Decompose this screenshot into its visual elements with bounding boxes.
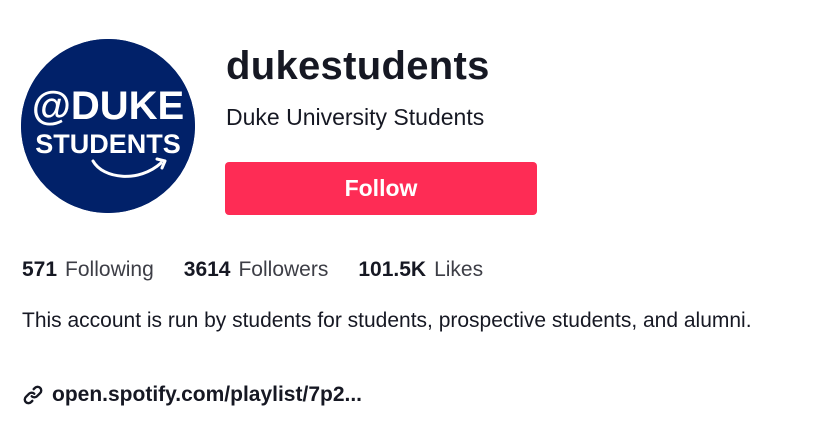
followers-label: Followers — [238, 258, 329, 281]
stat-likes: 101.5K Likes — [358, 258, 483, 282]
profile-link[interactable]: open.spotify.com/playlist/7p2... — [22, 379, 362, 411]
username: dukestudents — [226, 44, 490, 88]
stat-following[interactable]: 571 Following — [22, 258, 154, 282]
bio: This account is run by students for stud… — [22, 309, 752, 332]
followers-count: 3614 — [183, 258, 231, 281]
stat-followers[interactable]: 3614 Followers — [184, 258, 329, 282]
avatar-line1: @DUKE — [32, 84, 184, 128]
link-text: open.spotify.com/playlist/7p2... — [52, 383, 363, 406]
avatar-logo: @DUKE STUDENTS — [21, 39, 195, 213]
avatar-line2: STUDENTS — [35, 129, 181, 159]
likes-count: 101.5K — [358, 258, 427, 281]
profile-stats: 571 Following 3614 Followers 101.5K Like… — [22, 254, 513, 286]
following-count: 571 — [22, 258, 58, 281]
link-icon — [22, 384, 44, 406]
avatar[interactable]: @DUKE STUDENTS — [21, 39, 195, 213]
following-label: Following — [65, 258, 154, 281]
likes-label: Likes — [434, 258, 484, 281]
display-name: Duke University Students — [226, 104, 485, 130]
follow-button[interactable]: Follow — [225, 162, 537, 215]
